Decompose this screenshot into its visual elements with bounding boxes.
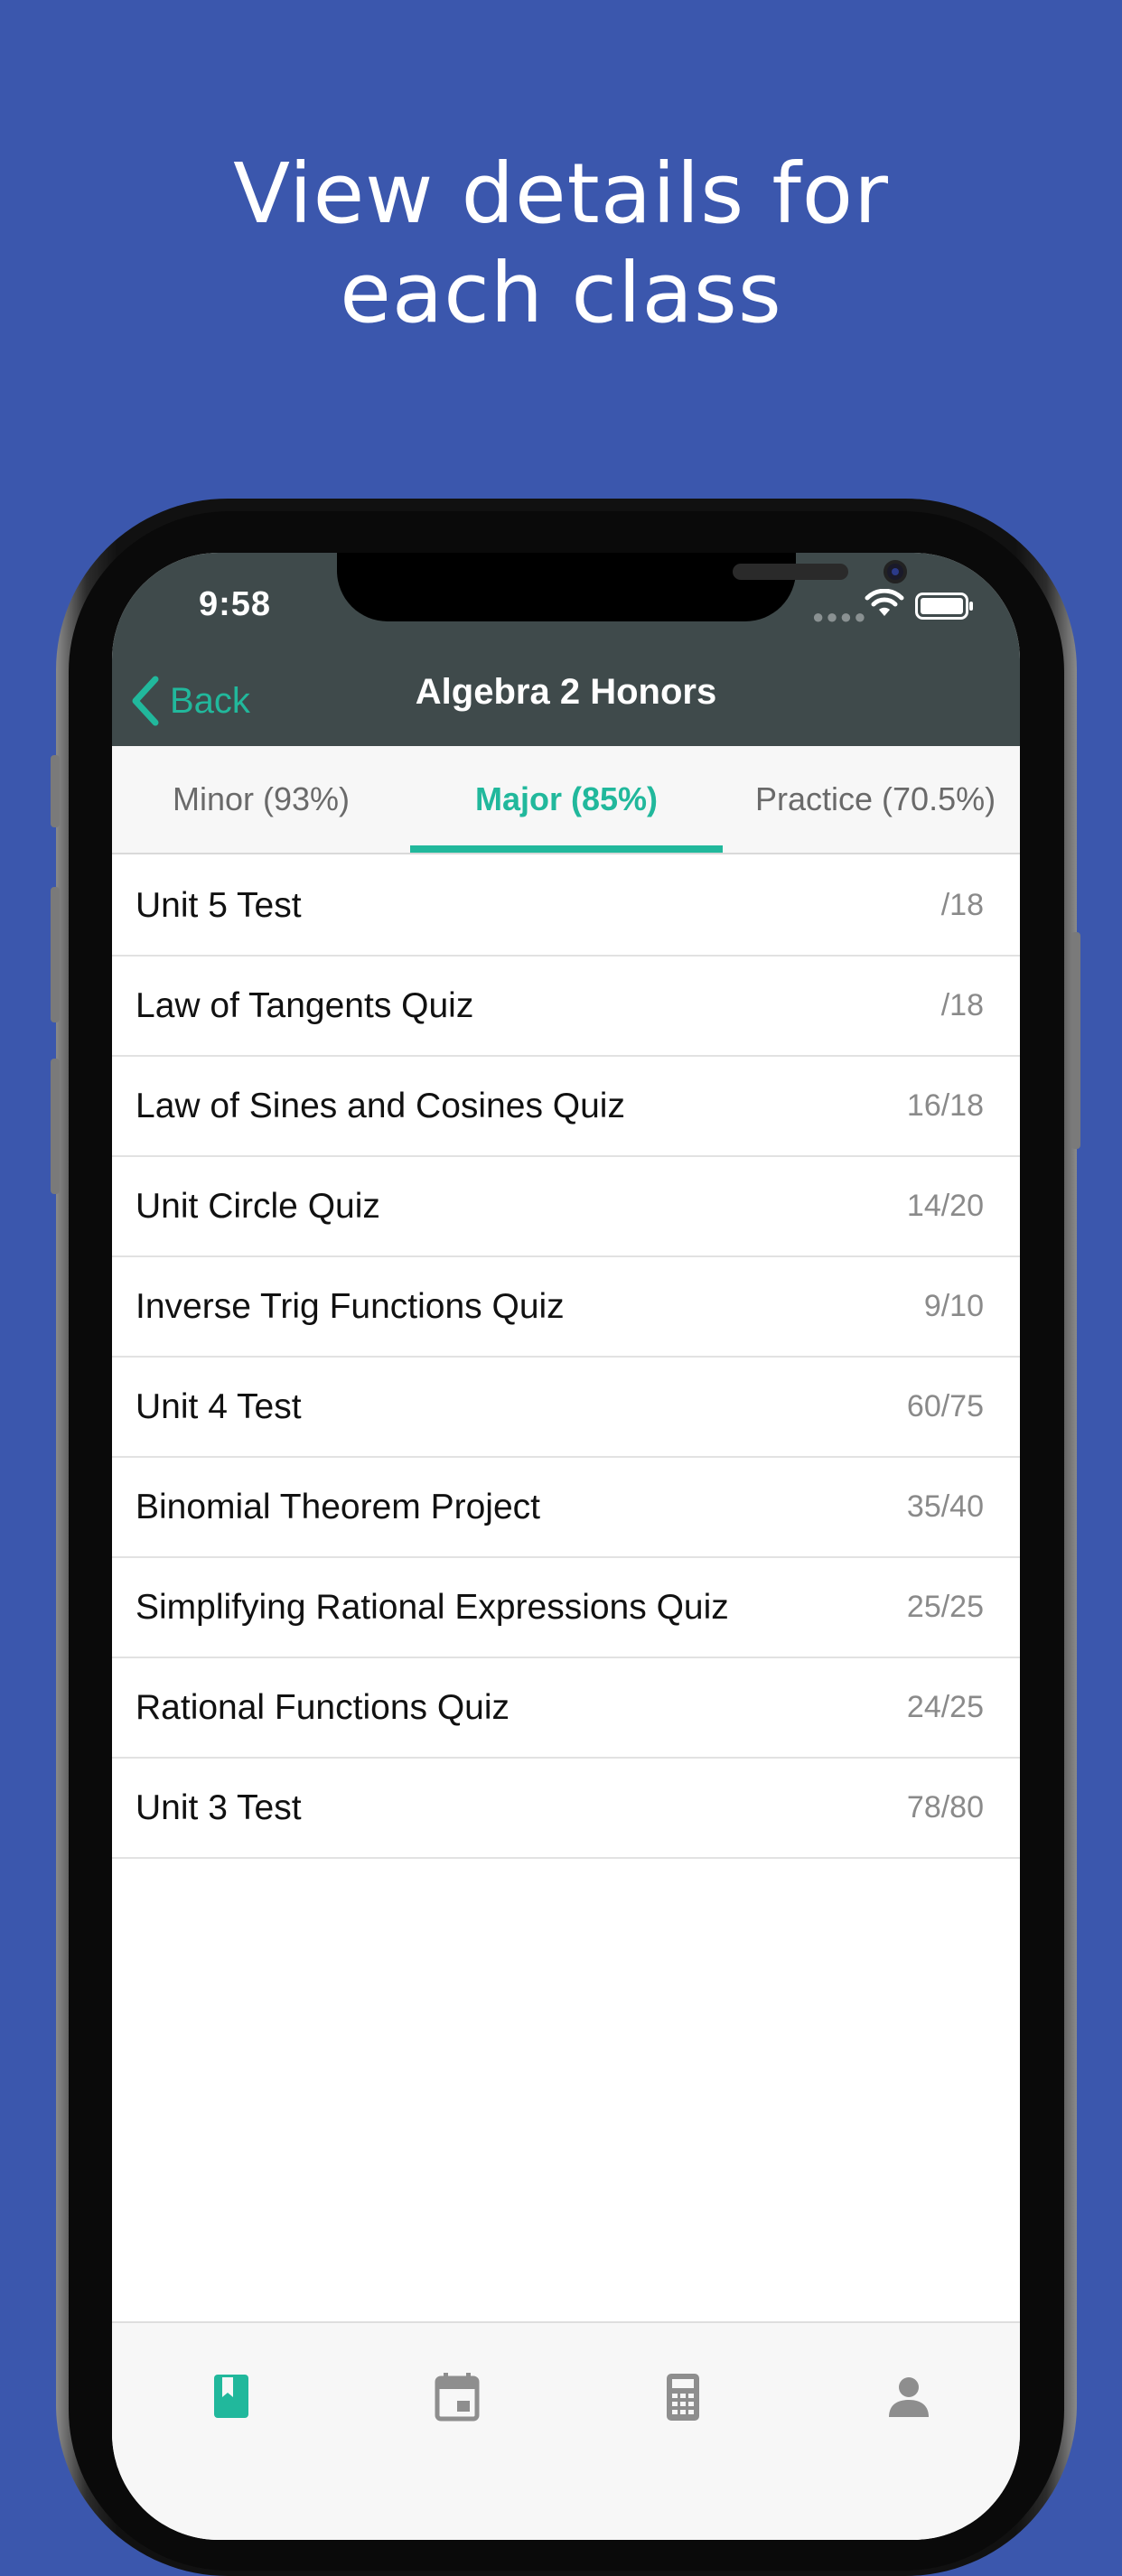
speaker-grille [733, 564, 848, 580]
assignment-score: 25/25 [906, 1590, 984, 1624]
assignment-title: Simplifying Rational Expressions Quiz [136, 1587, 729, 1627]
assignment-score: 14/20 [906, 1189, 984, 1223]
assignment-row[interactable]: Binomial Theorem Project 35/40 [112, 1458, 1020, 1558]
assignment-score: 16/18 [906, 1088, 984, 1123]
silent-switch [51, 755, 60, 827]
assignment-title: Unit 4 Test [136, 1386, 302, 1426]
assignment-row[interactable]: Unit Circle Quiz 14/20 [112, 1157, 1020, 1257]
calendar-icon[interactable] [430, 2370, 484, 2424]
power-button [1071, 932, 1080, 1149]
assignment-row[interactable]: Unit 5 Test /18 [112, 856, 1020, 957]
phone-screen: 9:58 ● ● ● ● Back Algebra 2 Honors Minor… [112, 553, 1020, 2540]
assignment-row[interactable]: Simplifying Rational Expressions Quiz 25… [112, 1558, 1020, 1658]
volume-down-button [51, 1059, 60, 1194]
assignment-row[interactable]: Law of Sines and Cosines Quiz 16/18 [112, 1057, 1020, 1157]
headline-line-1: View details for [233, 145, 889, 242]
assignment-title: Inverse Trig Functions Quiz [136, 1286, 565, 1326]
signal-icon: ● ● ● ● [812, 605, 865, 628]
assignment-title: Binomial Theorem Project [136, 1487, 540, 1526]
assignment-title: Unit Circle Quiz [136, 1186, 380, 1226]
category-tabs: Minor (93%) Major (85%) Practice (70.5%) [112, 746, 1020, 854]
assignment-title: Unit 3 Test [136, 1787, 302, 1827]
assignment-title: Law of Sines and Cosines Quiz [136, 1086, 625, 1125]
active-tab-indicator [410, 845, 723, 853]
assignment-score: 60/75 [906, 1389, 984, 1423]
assignment-row[interactable]: Law of Tangents Quiz /18 [112, 957, 1020, 1057]
assignment-row[interactable]: Rational Functions Quiz 24/25 [112, 1658, 1020, 1759]
assignment-title: Law of Tangents Quiz [136, 985, 474, 1025]
status-time: 9:58 [199, 585, 272, 623]
volume-up-button [51, 887, 60, 1022]
assignment-score: 9/10 [923, 1289, 984, 1323]
headline: View details for each class [0, 145, 1122, 343]
assignment-title: Unit 5 Test [136, 885, 302, 925]
assignment-row[interactable]: Inverse Trig Functions Quiz 9/10 [112, 1257, 1020, 1358]
calculator-icon[interactable] [656, 2370, 710, 2424]
notch [337, 553, 907, 621]
status-icons: ● ● ● ● [812, 585, 993, 628]
assignment-score: /18 [940, 988, 984, 1022]
assignment-score: /18 [940, 888, 984, 922]
page-title: Algebra 2 Honors [415, 672, 717, 712]
assignment-score: 78/80 [906, 1790, 984, 1825]
assignment-list: Unit 5 Test /18 Law of Tangents Quiz /18… [112, 856, 1020, 1859]
tab-major[interactable]: Major (85%) [410, 746, 723, 854]
front-camera [884, 560, 907, 583]
battery-icon [915, 593, 973, 620]
headline-line-2: each class [340, 245, 782, 341]
assignment-score: 24/25 [906, 1690, 984, 1724]
assignment-row[interactable]: Unit 3 Test 78/80 [112, 1759, 1020, 1859]
tab-minor[interactable]: Minor (93%) [112, 746, 410, 854]
person-icon[interactable] [882, 2370, 936, 2424]
book-icon[interactable] [204, 2370, 258, 2424]
assignment-title: Rational Functions Quiz [136, 1687, 510, 1727]
tab-practice[interactable]: Practice (70.5%) [723, 746, 1020, 854]
assignment-row[interactable]: Unit 4 Test 60/75 [112, 1358, 1020, 1458]
bottom-tab-bar [112, 2321, 1020, 2540]
assignment-score: 35/40 [906, 1489, 984, 1524]
wifi-icon [865, 589, 904, 616]
navigation-header: 9:58 ● ● ● ● Back Algebra 2 Honors [112, 553, 1020, 746]
